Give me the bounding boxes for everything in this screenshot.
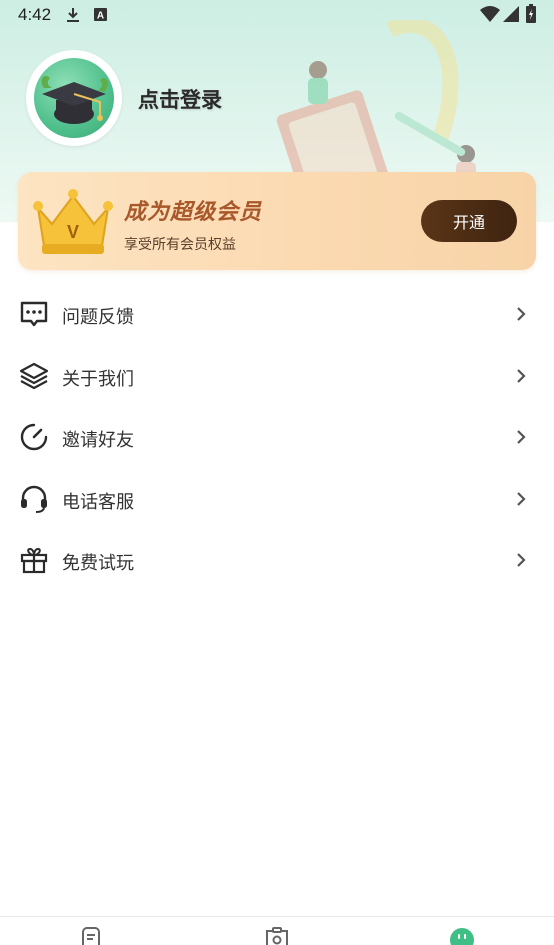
signal-icon <box>503 6 519 22</box>
headset-icon <box>21 485 47 513</box>
settings-menu: 问题反馈 关于我们 邀请好友 电话客服 免费试玩 <box>0 283 554 591</box>
menu-item-feedback[interactable]: 问题反馈 <box>0 283 554 345</box>
keyboard-a-icon: A <box>94 8 107 21</box>
gift-icon <box>20 547 48 574</box>
chevron-right-icon <box>517 430 526 444</box>
battery-icon <box>526 4 536 23</box>
layers-icon <box>19 362 49 389</box>
timer-icon <box>20 423 48 451</box>
status-bar: 4:42 A <box>0 0 554 30</box>
bottom-navigation <box>0 916 554 945</box>
menu-label: 邀请好友 <box>62 430 134 451</box>
vip-title: 成为超级会员 <box>124 200 263 225</box>
menu-label: 关于我们 <box>62 368 134 390</box>
clipboard-icon[interactable] <box>265 927 289 945</box>
vip-subtitle: 享受所有会员权益 <box>124 237 236 253</box>
crown-badge-letter: V <box>67 222 79 242</box>
activate-vip-button[interactable]: 开通 <box>421 200 517 242</box>
menu-item-phone-service[interactable]: 电话客服 <box>0 468 554 530</box>
chevron-right-icon <box>517 491 526 506</box>
svg-text:A: A <box>97 11 104 22</box>
menu-label: 免费试玩 <box>62 553 134 574</box>
menu-item-about[interactable]: 关于我们 <box>0 345 554 407</box>
download-icon <box>67 8 79 22</box>
chevron-right-icon <box>517 368 526 383</box>
graduation-cap-icon <box>34 58 114 138</box>
menu-label: 问题反馈 <box>62 307 134 328</box>
menu-item-invite[interactable]: 邀请好友 <box>0 406 554 468</box>
status-time: 4:42 <box>18 5 52 24</box>
profile-face-icon[interactable] <box>449 927 475 945</box>
wifi-icon <box>480 6 500 22</box>
avatar[interactable] <box>26 50 122 146</box>
feedback-chat-icon <box>20 301 48 327</box>
login-prompt[interactable]: 点击登录 <box>138 84 222 114</box>
crown-icon: V <box>33 189 113 254</box>
document-icon[interactable] <box>80 927 102 945</box>
chevron-right-icon <box>517 553 526 567</box>
chevron-right-icon <box>517 307 526 321</box>
menu-item-free-trial[interactable]: 免费试玩 <box>0 529 554 591</box>
menu-label: 电话客服 <box>62 491 134 513</box>
vip-membership-card[interactable]: V 成为超级会员 享受所有会员权益 开通 <box>18 172 536 270</box>
